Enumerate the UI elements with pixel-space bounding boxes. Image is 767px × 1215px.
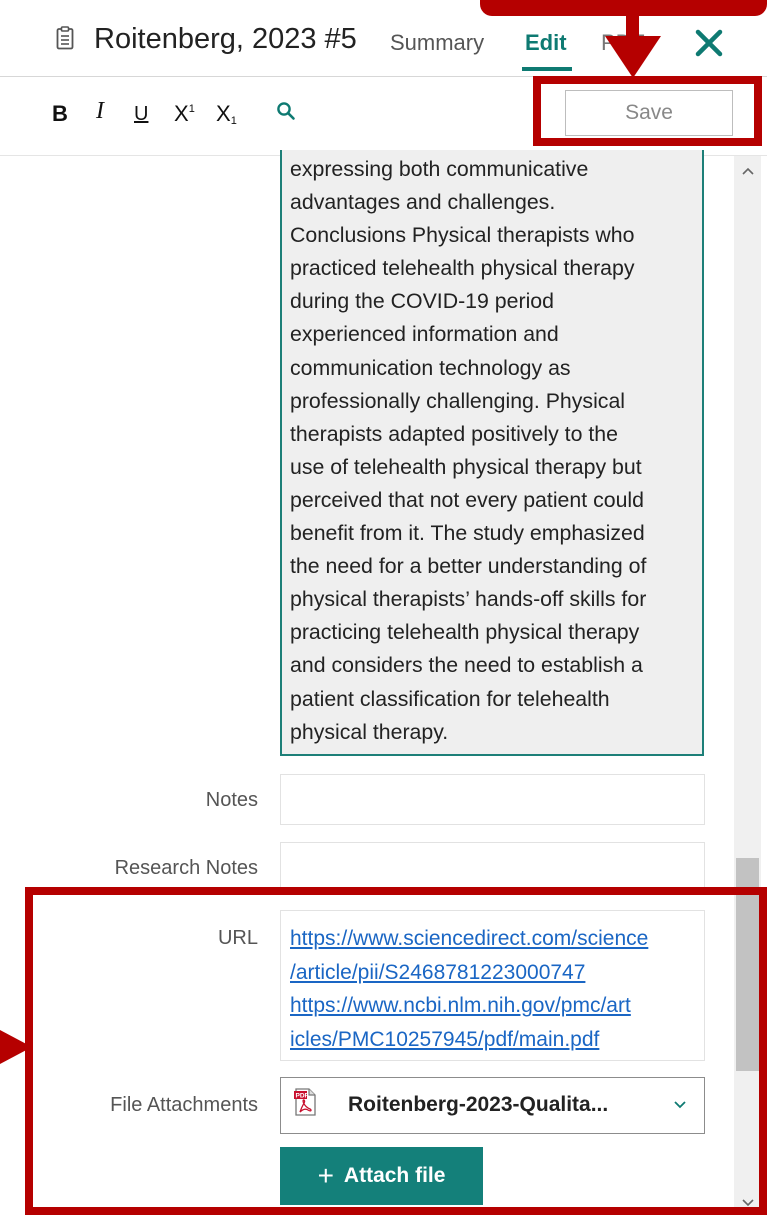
annotation-left-arrow-head-icon [0, 1030, 32, 1064]
scroll-up-arrow-icon[interactable] [741, 166, 755, 176]
subscript-mark: 1 [230, 115, 237, 127]
abstract-line: therapists adapted positively to the [290, 421, 618, 446]
superscript-mark: 1 [188, 103, 195, 115]
superscript-label: X [174, 101, 189, 126]
abstract-line: physical therapy. [290, 719, 449, 744]
abstract-line: practicing telehealth physical therapy [290, 620, 640, 645]
abstract-line: experienced information and [290, 322, 559, 347]
abstract-line: perceived that not every patient could [290, 487, 644, 512]
research-notes-field[interactable] [280, 842, 705, 892]
tab-summary[interactable]: Summary [390, 30, 484, 56]
search-icon[interactable] [276, 101, 296, 121]
abstract-text: expressing both communicative advantages… [290, 153, 704, 749]
notes-label: Notes [205, 789, 258, 811]
underline-button[interactable]: U [134, 103, 148, 126]
annotation-arrow-stem [626, 0, 639, 38]
save-highlight-box [533, 76, 762, 146]
annotation-callout-bar [480, 0, 767, 16]
abstract-line: practiced telehealth physical therapy [290, 256, 635, 281]
abstract-line: and considers the need to establish a [290, 653, 643, 678]
notes-field[interactable] [280, 774, 705, 825]
subscript-button[interactable]: X1 [216, 101, 237, 127]
abstract-line: Conclusions Physical therapists who [290, 223, 635, 248]
clipboard-icon [56, 26, 74, 50]
close-icon[interactable] [694, 28, 724, 58]
abstract-line: use of telehealth physical therapy but [290, 454, 642, 479]
abstract-line: advantages and challenges. [290, 190, 556, 215]
active-tab-indicator [522, 67, 572, 71]
research-notes-label: Research Notes [114, 857, 258, 879]
abstract-line: physical therapists’ hands-off skills fo… [290, 587, 647, 612]
abstract-line: communication technology as [290, 355, 571, 380]
abstract-line: the need for a better understanding of [290, 554, 647, 579]
subscript-label: X [216, 101, 231, 126]
abstract-line: professionally challenging. Physical [290, 388, 626, 413]
annotation-arrow-head-icon [605, 36, 661, 78]
reference-title: Roitenberg, 2023 #5 [94, 23, 357, 55]
abstract-line: expressing both communicative [290, 157, 589, 181]
superscript-button[interactable]: X1 [174, 101, 195, 127]
abstract-line: patient classification for telehealth [290, 686, 610, 711]
italic-button[interactable]: I [96, 98, 104, 125]
tab-edit[interactable]: Edit [525, 30, 567, 56]
bold-button[interactable]: B [52, 101, 68, 127]
abstract-line: during the COVID-19 period [290, 289, 554, 314]
fields-highlight-box [25, 887, 767, 1215]
abstract-line: benefit from it. The study emphasized [290, 521, 645, 546]
